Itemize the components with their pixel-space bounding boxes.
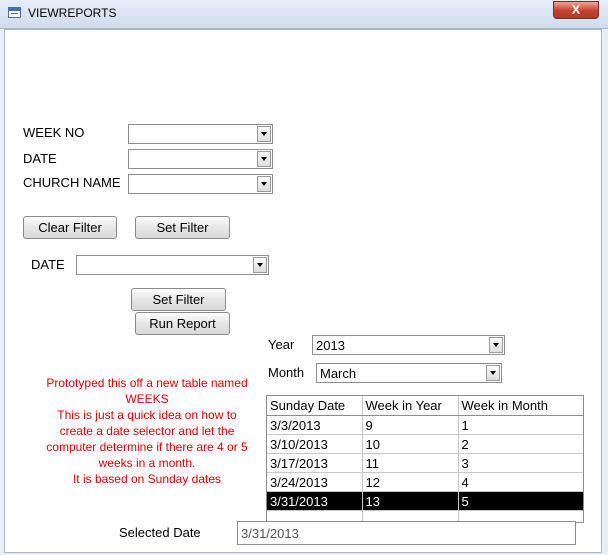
date-label: DATE — [23, 151, 57, 166]
sunday-date-cell: 3/31/2013 — [267, 491, 363, 511]
week-in-year-cell: 12 — [362, 472, 459, 492]
close-button[interactable]: X — [553, 1, 599, 19]
week-in-year-cell: 9 — [362, 415, 459, 435]
note-line: Prototyped this off a new table named — [46, 376, 248, 390]
date-filter-label: DATE — [31, 257, 65, 272]
window-title: VIEWREPORTS — [28, 6, 117, 20]
week-in-year-cell: 10 — [362, 434, 459, 454]
list-row[interactable]: 3/10/2013 10 2 — [267, 434, 583, 454]
week-in-year-cell: 13 — [362, 491, 459, 511]
title-bar: VIEWREPORTS X — [0, 0, 608, 29]
sunday-date-cell: 3/24/2013 — [267, 472, 363, 492]
list-row-selected[interactable]: 3/31/2013 13 5 — [267, 491, 583, 511]
dropdown-arrow-icon[interactable] — [257, 126, 271, 142]
date-combo[interactable] — [128, 149, 273, 169]
sunday-date-cell: 3/17/2013 — [267, 453, 363, 473]
selected-date-label: Selected Date — [119, 525, 201, 540]
church-name-combo[interactable] — [128, 174, 273, 194]
year-value: 2013 — [316, 338, 345, 353]
note-line: WEEKS — [125, 392, 169, 406]
column-header-week-in-year: Week in Year — [362, 396, 459, 416]
sunday-date-cell: 3/3/2013 — [267, 415, 363, 435]
run-report-button[interactable]: Run Report — [135, 312, 230, 335]
selected-date-field[interactable]: 3/31/2013 — [237, 521, 576, 545]
prototype-note: Prototyped this off a new table named WE… — [20, 375, 274, 487]
dropdown-arrow-icon[interactable] — [486, 365, 500, 381]
weeks-list[interactable]: Sunday Date Week in Year Week in Month 3… — [266, 395, 584, 523]
sunday-date-cell: 3/10/2013 — [267, 434, 363, 454]
selected-date-value: 3/31/2013 — [241, 526, 299, 541]
list-row[interactable]: 3/3/2013 9 1 — [267, 415, 583, 435]
month-combo[interactable]: March — [316, 363, 502, 383]
note-line: computer determine if there are 4 or 5 — [46, 440, 248, 454]
church-name-label: CHURCH NAME — [23, 175, 121, 190]
dropdown-arrow-icon[interactable] — [489, 337, 503, 353]
list-row[interactable]: 3/17/2013 11 3 — [267, 453, 583, 473]
week-no-combo[interactable] — [128, 124, 273, 144]
week-in-month-cell: 1 — [458, 415, 583, 435]
dropdown-arrow-icon[interactable] — [257, 176, 271, 192]
week-in-year-cell: 11 — [362, 453, 459, 473]
year-label: Year — [268, 337, 295, 352]
week-in-month-cell: 5 — [458, 491, 583, 511]
note-line: create a date selector and let the — [59, 424, 235, 438]
dropdown-arrow-icon[interactable] — [257, 151, 271, 167]
column-header-week-in-month: Week in Month — [458, 396, 583, 416]
month-value: March — [320, 366, 357, 381]
week-in-month-cell: 2 — [458, 434, 583, 454]
note-line: It is based on Sunday dates — [72, 472, 222, 486]
form-icon — [8, 7, 21, 18]
note-line: weeks in a month. — [98, 456, 196, 470]
year-combo[interactable]: 2013 — [312, 335, 505, 355]
date-filter-combo[interactable] — [76, 255, 269, 275]
note-line: This is just a quick idea on how to — [57, 408, 237, 422]
date-set-filter-button[interactable]: Set Filter — [131, 288, 226, 311]
dropdown-arrow-icon[interactable] — [253, 257, 267, 273]
set-filter-button[interactable]: Set Filter — [135, 216, 230, 239]
column-header-sunday-date: Sunday Date — [267, 396, 363, 416]
week-no-label: WEEK NO — [23, 125, 85, 140]
clear-filter-button[interactable]: Clear Filter — [23, 216, 117, 239]
list-row[interactable]: 3/24/2013 12 4 — [267, 472, 583, 492]
week-in-month-cell: 4 — [458, 472, 583, 492]
week-in-month-cell: 3 — [458, 453, 583, 473]
list-header-row: Sunday Date Week in Year Week in Month — [267, 396, 583, 416]
